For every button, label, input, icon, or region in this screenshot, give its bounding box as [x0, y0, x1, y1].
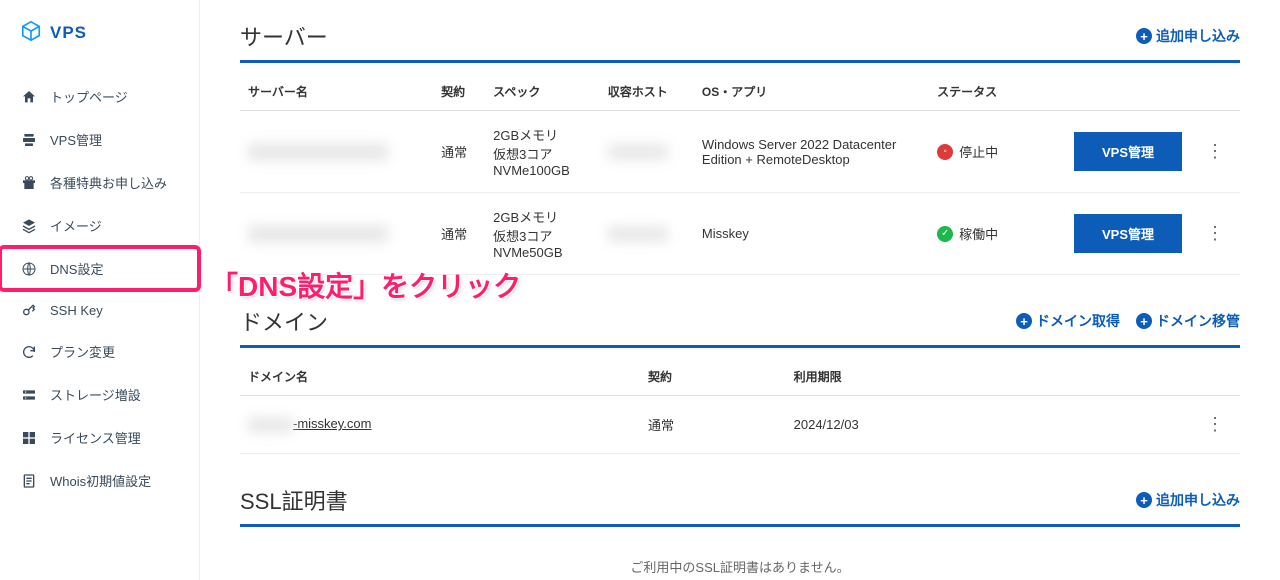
server-name-redacted: xxxxx [248, 225, 388, 243]
servers-table: サーバー名 契約 スペック 収容ホスト OS・アプリ ステータス xxxxx 通… [240, 73, 1240, 275]
col-contract: 契約 [433, 73, 485, 111]
col-domain-contract: 契約 [640, 358, 786, 396]
cell-os: Windows Server 2022 Datacenter Edition +… [694, 111, 929, 193]
add-server-label: 追加申し込み [1156, 26, 1240, 46]
add-server-link[interactable]: + 追加申し込み [1136, 26, 1240, 46]
sidebar-item-label: Whois初期値設定 [50, 471, 151, 490]
sidebar-item-tokuten[interactable]: 各種特典お申し込み [0, 161, 199, 204]
domains-table: ドメイン名 契約 利用期限 xx-misskey.com 通常 [240, 358, 1240, 454]
domains-title: ドメイン [240, 305, 328, 337]
vps-manage-button[interactable]: VPS管理 [1074, 214, 1182, 253]
running-icon: ✓ [937, 226, 953, 242]
ssl-title: SSL証明書 [240, 484, 348, 516]
server-icon [20, 132, 38, 148]
domain-acquire-link[interactable]: + ドメイン取得 [1016, 311, 1120, 331]
more-button[interactable]: ⋮ [1198, 219, 1232, 248]
col-host: 収容ホスト [600, 73, 694, 111]
home-icon [20, 89, 38, 105]
sidebar-item-label: ライセンス管理 [50, 428, 141, 447]
storage-icon [20, 387, 38, 403]
main-content: サーバー + 追加申し込み サーバー名 契約 スペック 収容ホスト OS・アプリ [200, 0, 1280, 580]
table-row: xx-misskey.com 通常 2024/12/03 ⋮ [240, 396, 1240, 454]
col-server-name: サーバー名 [240, 73, 433, 111]
more-button[interactable]: ⋮ [1198, 410, 1232, 439]
sidebar-item-dns[interactable]: DNS設定 [0, 247, 199, 290]
cube-icon [20, 20, 42, 45]
layers-icon [20, 218, 38, 234]
cell-os: Misskey [694, 193, 929, 275]
sidebar: VPS トップページ VPS管理 各種特典お申し込み イメージ DNS設定 SS… [0, 0, 200, 580]
cell-period: 2024/12/03 [786, 396, 1067, 454]
sidebar-item-label: イメージ [50, 216, 102, 235]
sidebar-item-label: VPS管理 [50, 130, 102, 149]
col-os: OS・アプリ [694, 73, 929, 111]
add-ssl-link[interactable]: + 追加申し込み [1136, 490, 1240, 510]
stopped-icon: ◦ [937, 144, 953, 160]
sidebar-item-top[interactable]: トップページ [0, 75, 199, 118]
domain-prefix-redacted: xx [248, 417, 293, 433]
domain-transfer-label: ドメイン移管 [1156, 311, 1240, 331]
plus-icon: + [1136, 28, 1152, 44]
domain-suffix: -misskey.com [293, 416, 371, 431]
col-status: ステータス [929, 73, 1024, 111]
sidebar-item-whois[interactable]: Whois初期値設定 [0, 459, 199, 502]
gift-icon [20, 175, 38, 191]
domain-acquire-label: ドメイン取得 [1036, 311, 1120, 331]
section-domains: ドメイン + ドメイン取得 + ドメイン移管 ドメイン名 契約 [240, 305, 1240, 454]
host-redacted: xxx [608, 226, 668, 242]
add-ssl-label: 追加申し込み [1156, 490, 1240, 510]
plus-icon: + [1136, 313, 1152, 329]
cell-contract: 通常 [433, 193, 485, 275]
doc-icon [20, 473, 38, 489]
host-redacted: xxx [608, 144, 668, 160]
brand: VPS [0, 0, 199, 75]
status-label: 停止中 [959, 142, 998, 161]
plus-icon: + [1136, 492, 1152, 508]
status-label: 稼働中 [959, 224, 998, 243]
sidebar-item-label: ストレージ増設 [50, 385, 141, 404]
cell-spec: 2GBメモリ 仮想3コア NVMe50GB [485, 193, 600, 275]
servers-title: サーバー [240, 20, 328, 52]
server-name-redacted: xxxxx [248, 143, 388, 161]
ssl-empty-message: ご利用中のSSL証明書はありません。 [240, 537, 1240, 580]
key-icon [20, 302, 38, 318]
section-ssl: SSL証明書 + 追加申し込み ご利用中のSSL証明書はありません。 [240, 484, 1240, 580]
more-button[interactable]: ⋮ [1198, 137, 1232, 166]
sidebar-item-sshkey[interactable]: SSH Key [0, 290, 199, 330]
section-servers: サーバー + 追加申し込み サーバー名 契約 スペック 収容ホスト OS・アプリ [240, 20, 1240, 275]
domain-transfer-link[interactable]: + ドメイン移管 [1136, 311, 1240, 331]
sidebar-item-vps[interactable]: VPS管理 [0, 118, 199, 161]
sidebar-item-storage[interactable]: ストレージ増設 [0, 373, 199, 416]
sidebar-item-label: トップページ [50, 87, 128, 106]
refresh-icon [20, 344, 38, 360]
sidebar-item-label: SSH Key [50, 303, 103, 318]
plus-icon: + [1016, 313, 1032, 329]
cell-contract: 通常 [433, 111, 485, 193]
globe-icon [20, 261, 38, 277]
sidebar-item-image[interactable]: イメージ [0, 204, 199, 247]
table-row: xxxxx 通常 2GBメモリ 仮想3コア NVMe50GB xxx Missk… [240, 193, 1240, 275]
sidebar-item-plan[interactable]: プラン変更 [0, 330, 199, 373]
sidebar-item-license[interactable]: ライセンス管理 [0, 416, 199, 459]
domain-link[interactable]: xx-misskey.com [248, 416, 371, 431]
sidebar-item-label: プラン変更 [50, 342, 115, 361]
col-domain-period: 利用期限 [786, 358, 1067, 396]
sidebar-item-label: DNS設定 [50, 259, 103, 278]
status-stopped: ◦ 停止中 [937, 142, 1016, 161]
windows-icon [20, 430, 38, 446]
cell-spec: 2GBメモリ 仮想3コア NVMe100GB [485, 111, 600, 193]
col-spec: スペック [485, 73, 600, 111]
col-domain-name: ドメイン名 [240, 358, 640, 396]
vps-manage-button[interactable]: VPS管理 [1074, 132, 1182, 171]
status-running: ✓ 稼働中 [937, 224, 1016, 243]
brand-text: VPS [50, 23, 87, 43]
sidebar-item-label: 各種特典お申し込み [50, 173, 167, 192]
cell-contract: 通常 [640, 396, 786, 454]
table-row: xxxxx 通常 2GBメモリ 仮想3コア NVMe100GB xxx Wind… [240, 111, 1240, 193]
